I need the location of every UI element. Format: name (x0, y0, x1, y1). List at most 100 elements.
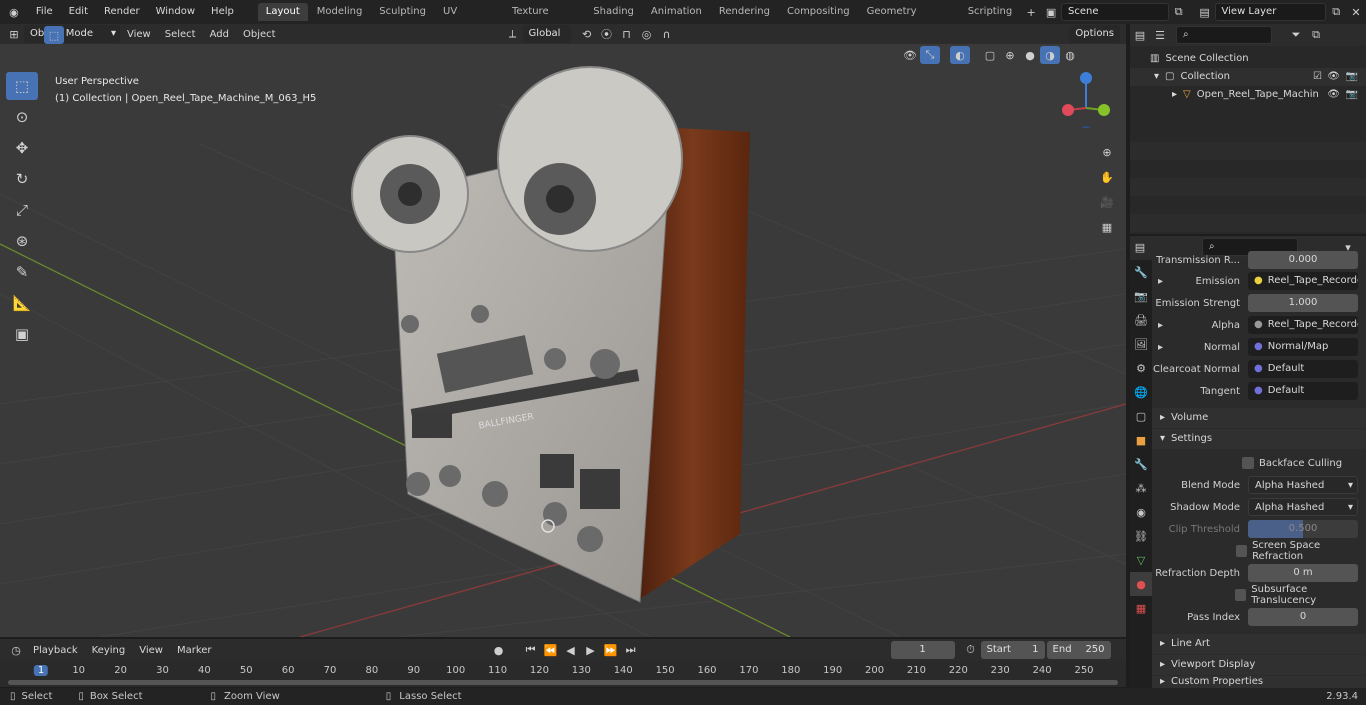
transform-orientation-dropdown[interactable]: Global (522, 25, 571, 43)
camera-icon[interactable]: 🎥 (1097, 190, 1117, 215)
current-frame-field[interactable]: 1 (890, 641, 955, 659)
outliner-row-collection[interactable]: ▾ ▢ Collection ☑ 👁 📷 (1130, 68, 1366, 86)
texture-tab-icon[interactable]: ▦ (1130, 596, 1152, 620)
constraints-tab-icon[interactable]: ⛓ (1130, 524, 1152, 548)
pan-hand-icon[interactable]: ✋ (1097, 165, 1117, 190)
move-tool-icon[interactable]: ✥ (6, 134, 38, 162)
timeline-editor-icon[interactable]: ◷ (6, 641, 26, 659)
expand-arrow-icon[interactable]: ▾ (1154, 68, 1159, 86)
display-mode-icon[interactable]: ☰ (1150, 26, 1170, 44)
perspective-grid-icon[interactable]: ▦ (1097, 215, 1117, 240)
rotate-tool-icon[interactable]: ↻ (6, 165, 38, 193)
transmission-roughness-field[interactable]: 0.000 (1248, 251, 1358, 269)
tab-scripting[interactable]: Scripting (960, 3, 1020, 21)
tab-uv-editing[interactable]: UV Editing (435, 3, 503, 35)
jump-end-icon[interactable]: ⏭ (621, 641, 641, 659)
scene-field[interactable]: Scene (1061, 3, 1169, 21)
add-workspace-icon[interactable]: + (1021, 3, 1041, 21)
section-volume[interactable]: ▸ Volume (1152, 408, 1366, 428)
tangent-field[interactable]: ● Default (1248, 382, 1358, 400)
outliner-editor-icon[interactable]: ▤ (1130, 26, 1150, 44)
timeline-menu-keying[interactable]: Keying (85, 645, 133, 656)
timeline-scrollbar[interactable] (8, 680, 1118, 685)
play-icon[interactable]: ▶ (581, 641, 601, 659)
subsurface-checkbox[interactable] (1235, 589, 1247, 601)
clearcoat-normal-field[interactable]: ● Default (1248, 360, 1358, 378)
scale-tool-icon[interactable]: ⤢ (6, 196, 38, 224)
tab-animation[interactable]: Animation (643, 3, 710, 21)
expand-arrow-icon[interactable]: ▸ (1152, 320, 1163, 331)
section-line-art[interactable]: ▸ Line Art (1152, 634, 1366, 654)
eye-icon[interactable]: 👁 (1327, 68, 1340, 86)
section-settings[interactable]: ▾ Settings (1152, 429, 1366, 449)
measure-tool-icon[interactable]: 📐 (6, 289, 38, 317)
tab-layout[interactable]: Layout (257, 3, 308, 21)
emission-strength-field[interactable]: 1.000 (1248, 294, 1358, 312)
view-layer-field[interactable]: View Layer (1214, 3, 1327, 21)
pivot-icon[interactable]: ⟲ (577, 25, 597, 43)
view-layer-icon[interactable]: ▤ (1195, 3, 1215, 21)
expand-arrow-icon[interactable]: ▸ (1152, 276, 1163, 287)
tab-shading[interactable]: Shading (585, 3, 642, 21)
normal-link-field[interactable]: ● Normal/Map (1248, 338, 1358, 356)
view-layer-tab-icon[interactable]: 🖼 (1130, 332, 1152, 356)
tab-texture-paint[interactable]: Texture Paint (504, 3, 584, 35)
navigation-gizmo[interactable] (1058, 68, 1118, 128)
remove-view-layer-icon[interactable]: ✕ (1346, 3, 1366, 21)
snap-target-icon[interactable]: ⊓ (617, 25, 637, 43)
jump-start-icon[interactable]: ⏮ (521, 641, 541, 659)
jump-keyframe-forward-icon[interactable]: ⏩ (601, 641, 621, 659)
outliner-row-scene-collection[interactable]: ▥ Scene Collection (1130, 50, 1366, 68)
timeline-menu-marker[interactable]: Marker (170, 645, 219, 656)
shading-wireframe-icon[interactable]: ⊕ (1000, 46, 1020, 64)
timeline-menu-view[interactable]: View (132, 645, 170, 656)
material-tab-icon[interactable]: ● (1130, 572, 1152, 596)
editor-type-icon[interactable]: ⊞ (4, 25, 24, 43)
tab-sculpting[interactable]: Sculpting (371, 3, 434, 21)
eye-icon[interactable]: 👁 (1327, 86, 1340, 104)
xray-icon[interactable]: ▢ (980, 46, 1000, 64)
menu-window[interactable]: Window (148, 0, 203, 24)
blender-logo-icon[interactable]: ◉ (0, 3, 28, 21)
proportional-edit-icon[interactable]: ◎ (637, 25, 657, 43)
ssr-checkbox[interactable] (1235, 545, 1248, 557)
timeline-menu-playback[interactable]: Playback (26, 645, 85, 656)
jump-keyframe-back-icon[interactable]: ⏪ (541, 641, 561, 659)
section-viewport-display[interactable]: ▸ Viewport Display (1152, 655, 1366, 675)
outliner-row-object[interactable]: ▸ ▽ Open_Reel_Tape_Machin 👁 📷 (1130, 86, 1366, 104)
outliner-search-input[interactable]: ⌕ (1176, 26, 1272, 44)
record-icon[interactable]: ● (489, 641, 509, 659)
render-tab-icon[interactable]: 📷 (1130, 284, 1152, 308)
cursor-tool-icon[interactable]: ⊙ (6, 103, 38, 131)
particles-tab-icon[interactable]: ⁂ (1130, 476, 1152, 500)
shading-material-icon[interactable]: ◑ (1040, 46, 1060, 64)
collection-tab-icon[interactable]: ▢ (1130, 404, 1152, 428)
prop-subsurface[interactable]: Subsurface Translucency (1152, 584, 1366, 606)
play-reverse-icon[interactable]: ◀ (561, 641, 581, 659)
viewport-menu-view[interactable]: View (120, 29, 158, 40)
overlay-icon[interactable]: ◐ (950, 46, 970, 64)
viewport-menu-select[interactable]: Select (158, 29, 203, 40)
shading-rendered-icon[interactable]: ◍ (1060, 46, 1080, 64)
backface-culling-checkbox[interactable] (1242, 457, 1254, 469)
new-scene-icon[interactable]: ⧉ (1169, 3, 1189, 21)
alpha-link-field[interactable]: ●Reel_Tape_Recorder... (1248, 316, 1358, 334)
pass-index-field[interactable]: 0 (1248, 608, 1358, 626)
physics-tab-icon[interactable]: ◉ (1130, 500, 1152, 524)
object-tab-icon[interactable]: ■ (1130, 428, 1152, 452)
falloff-icon[interactable]: ∩ (657, 25, 677, 43)
scene-tab-icon[interactable]: ⚙ (1130, 356, 1152, 380)
tab-rendering[interactable]: Rendering (711, 3, 778, 21)
properties-editor-icon[interactable]: ▤ (1130, 238, 1150, 256)
scene-icon[interactable]: ▣ (1041, 3, 1061, 21)
shadow-mode-dropdown[interactable]: Alpha Hashed ▾ (1248, 498, 1358, 516)
world-tab-icon[interactable]: 🌐 (1130, 380, 1152, 404)
camera-render-icon[interactable]: 📷 (1346, 68, 1358, 86)
section-custom-properties[interactable]: ▸ Custom Properties (1152, 676, 1366, 688)
3d-viewport[interactable]: BALLFINGER User Perspective (1) Collecti… (0, 44, 1126, 637)
tab-compositing[interactable]: Compositing (779, 3, 858, 21)
visibility-icon[interactable]: 👁 (900, 46, 920, 64)
start-frame-field[interactable]: Start 1 (980, 641, 1045, 659)
menu-help[interactable]: Help (203, 0, 242, 24)
emission-link-field[interactable]: ●Reel_Tape_Recorder... (1248, 272, 1358, 290)
